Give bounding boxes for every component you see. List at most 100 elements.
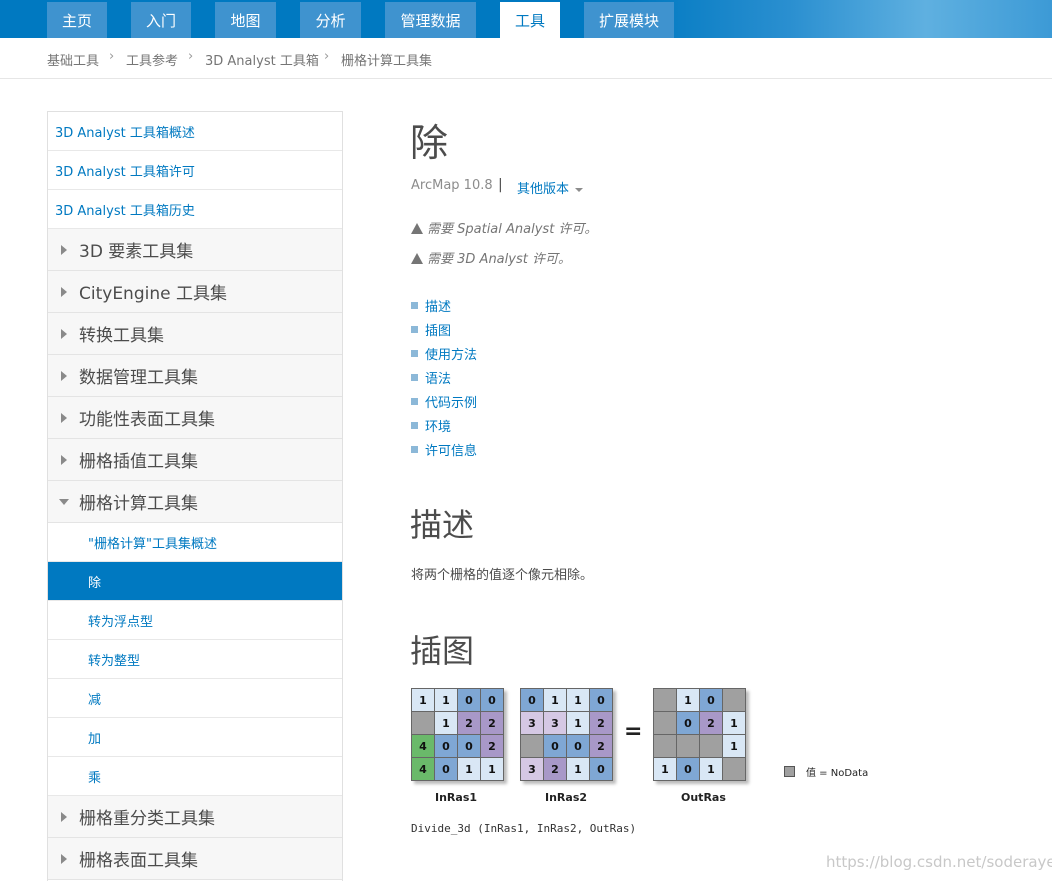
bullet-icon bbox=[411, 326, 418, 333]
raster-grid-inras1: 110012240024011 bbox=[411, 688, 504, 781]
raster-cell: 2 bbox=[590, 712, 612, 734]
syntax-code: Divide_3d (InRas1, InRas2, OutRas) bbox=[411, 822, 637, 835]
raster-cell: 3 bbox=[521, 712, 543, 734]
tab-extensions[interactable]: 扩展模块 bbox=[584, 2, 674, 38]
sidebar-group-raster-math[interactable]: 栅格计算工具集 bbox=[48, 481, 342, 523]
license-note-3d: 需要 3D Analyst 许可。 bbox=[411, 248, 571, 267]
sidebar-group-raster-interpolation[interactable]: 栅格插值工具集 bbox=[48, 439, 342, 481]
toc-item-licensing[interactable]: 许可信息 bbox=[411, 440, 477, 459]
sidebar-group-conversion[interactable]: 转换工具集 bbox=[48, 313, 342, 355]
sidebar-item-minus[interactable]: 减 bbox=[48, 679, 342, 718]
bullet-icon bbox=[411, 422, 418, 429]
tab-tools[interactable]: 工具 bbox=[500, 2, 560, 38]
license-text: 需要 Spatial Analyst 许可。 bbox=[427, 222, 598, 237]
other-versions-dropdown[interactable]: 其他版本 bbox=[517, 178, 584, 197]
raster-cell: 2 bbox=[544, 758, 566, 780]
toc-item-environments[interactable]: 环境 bbox=[411, 416, 451, 435]
toc-item-description[interactable]: 描述 bbox=[411, 296, 451, 315]
sidebar-link-history[interactable]: 3D Analyst 工具箱历史 bbox=[48, 190, 342, 229]
raster-cell: 0 bbox=[677, 712, 699, 734]
raster-cell: 0 bbox=[458, 689, 480, 711]
tab-analysis[interactable]: 分析 bbox=[300, 2, 361, 38]
sidebar-link-overview[interactable]: 3D Analyst 工具箱概述 bbox=[48, 112, 342, 151]
raster-cell bbox=[654, 689, 676, 711]
watermark: https://blog.csdn.net/soderayer bbox=[826, 853, 1052, 871]
raster-cell bbox=[700, 735, 722, 757]
raster-cell: 0 bbox=[544, 735, 566, 757]
sidebar-link-license[interactable]: 3D Analyst 工具箱许可 bbox=[48, 151, 342, 190]
breadcrumb-item[interactable]: 工具参考 bbox=[126, 50, 178, 69]
raster-cell: 2 bbox=[481, 712, 503, 734]
raster-cell: 1 bbox=[723, 735, 745, 757]
tab-manage-data[interactable]: 管理数据 bbox=[385, 2, 476, 38]
toc-item-code-sample[interactable]: 代码示例 bbox=[411, 392, 477, 411]
sidebar-group-data-management[interactable]: 数据管理工具集 bbox=[48, 355, 342, 397]
raster-cell: 1 bbox=[677, 689, 699, 711]
raster-cell: 0 bbox=[567, 735, 589, 757]
caret-down-icon bbox=[575, 187, 584, 192]
chevron-right-icon bbox=[61, 287, 67, 297]
raster-cell: 2 bbox=[458, 712, 480, 734]
section-title-illustration: 插图 bbox=[410, 632, 475, 670]
raster-cell bbox=[677, 735, 699, 757]
raster-cell: 0 bbox=[677, 758, 699, 780]
description-text: 将两个栅格的值逐个像元相除。 bbox=[411, 568, 594, 583]
raster-cell: 4 bbox=[412, 758, 434, 780]
chevron-right-icon bbox=[61, 245, 67, 255]
raster-cell: 1 bbox=[435, 712, 457, 734]
sidebar-group-label: 3D 要素工具集 bbox=[79, 242, 194, 262]
chevron-right-icon bbox=[61, 812, 67, 822]
raster-cell bbox=[654, 735, 676, 757]
sidebar-group-3d-features[interactable]: 3D 要素工具集 bbox=[48, 229, 342, 271]
breadcrumb-item[interactable]: 3D Analyst 工具箱 bbox=[205, 50, 319, 69]
raster-cell: 3 bbox=[521, 758, 543, 780]
breadcrumb-separator: › bbox=[188, 49, 194, 64]
toc-item-syntax[interactable]: 语法 bbox=[411, 368, 451, 387]
sidebar-group-functional-surface[interactable]: 功能性表面工具集 bbox=[48, 397, 342, 439]
chevron-down-icon bbox=[59, 499, 69, 505]
tab-home[interactable]: 主页 bbox=[47, 2, 107, 38]
breadcrumb-separator: › bbox=[324, 49, 330, 64]
raster-cell bbox=[654, 712, 676, 734]
tab-map[interactable]: 地图 bbox=[215, 2, 276, 38]
sidebar-item-raster-math-overview[interactable]: "栅格计算"工具集概述 bbox=[48, 523, 342, 562]
version-label: ArcMap 10.8 bbox=[411, 178, 493, 193]
raster-cell: 1 bbox=[544, 689, 566, 711]
raster-cell: 2 bbox=[700, 712, 722, 734]
raster-cell: 1 bbox=[567, 758, 589, 780]
sidebar-item-int[interactable]: 转为整型 bbox=[48, 640, 342, 679]
sidebar-item-float[interactable]: 转为浮点型 bbox=[48, 601, 342, 640]
toc-item-usage[interactable]: 使用方法 bbox=[411, 344, 477, 363]
raster-cell: 0 bbox=[435, 735, 457, 757]
sidebar-group-label: 转换工具集 bbox=[79, 326, 164, 346]
sidebar-group-raster-surface[interactable]: 栅格表面工具集 bbox=[48, 838, 342, 880]
toc-label: 代码示例 bbox=[425, 396, 478, 411]
bullet-icon bbox=[411, 374, 418, 381]
breadcrumb-item[interactable]: 栅格计算工具集 bbox=[341, 50, 432, 69]
tab-get-started[interactable]: 入门 bbox=[131, 2, 191, 38]
chevron-right-icon bbox=[61, 413, 67, 423]
raster-cell bbox=[723, 758, 745, 780]
breadcrumb-item[interactable]: 基础工具 bbox=[47, 50, 99, 69]
bullet-icon bbox=[411, 398, 418, 405]
toc-item-illustration[interactable]: 插图 bbox=[411, 320, 451, 339]
sidebar-item-divide[interactable]: 除 bbox=[48, 562, 342, 601]
raster-cell: 0 bbox=[481, 689, 503, 711]
sidebar-group-cityengine[interactable]: CityEngine 工具集 bbox=[48, 271, 342, 313]
raster-cell: 1 bbox=[435, 689, 457, 711]
raster-cell: 1 bbox=[567, 712, 589, 734]
raster-cell: 2 bbox=[481, 735, 503, 757]
section-title-description: 描述 bbox=[410, 506, 475, 544]
bullet-icon bbox=[411, 446, 418, 453]
raster-cell: 1 bbox=[567, 689, 589, 711]
raster-cell: 0 bbox=[435, 758, 457, 780]
equals-sign: = bbox=[624, 719, 643, 744]
top-nav: 主页 入门 地图 分析 管理数据 工具 扩展模块 bbox=[0, 0, 1052, 38]
raster-label-inras2: InRas2 bbox=[545, 791, 588, 804]
bullet-icon bbox=[411, 350, 418, 357]
sidebar-item-times[interactable]: 乘 bbox=[48, 757, 342, 796]
sidebar-group-raster-reclass[interactable]: 栅格重分类工具集 bbox=[48, 796, 342, 838]
sidebar-group-label: 功能性表面工具集 bbox=[79, 410, 215, 430]
raster-cell: 1 bbox=[700, 758, 722, 780]
sidebar-item-plus[interactable]: 加 bbox=[48, 718, 342, 757]
